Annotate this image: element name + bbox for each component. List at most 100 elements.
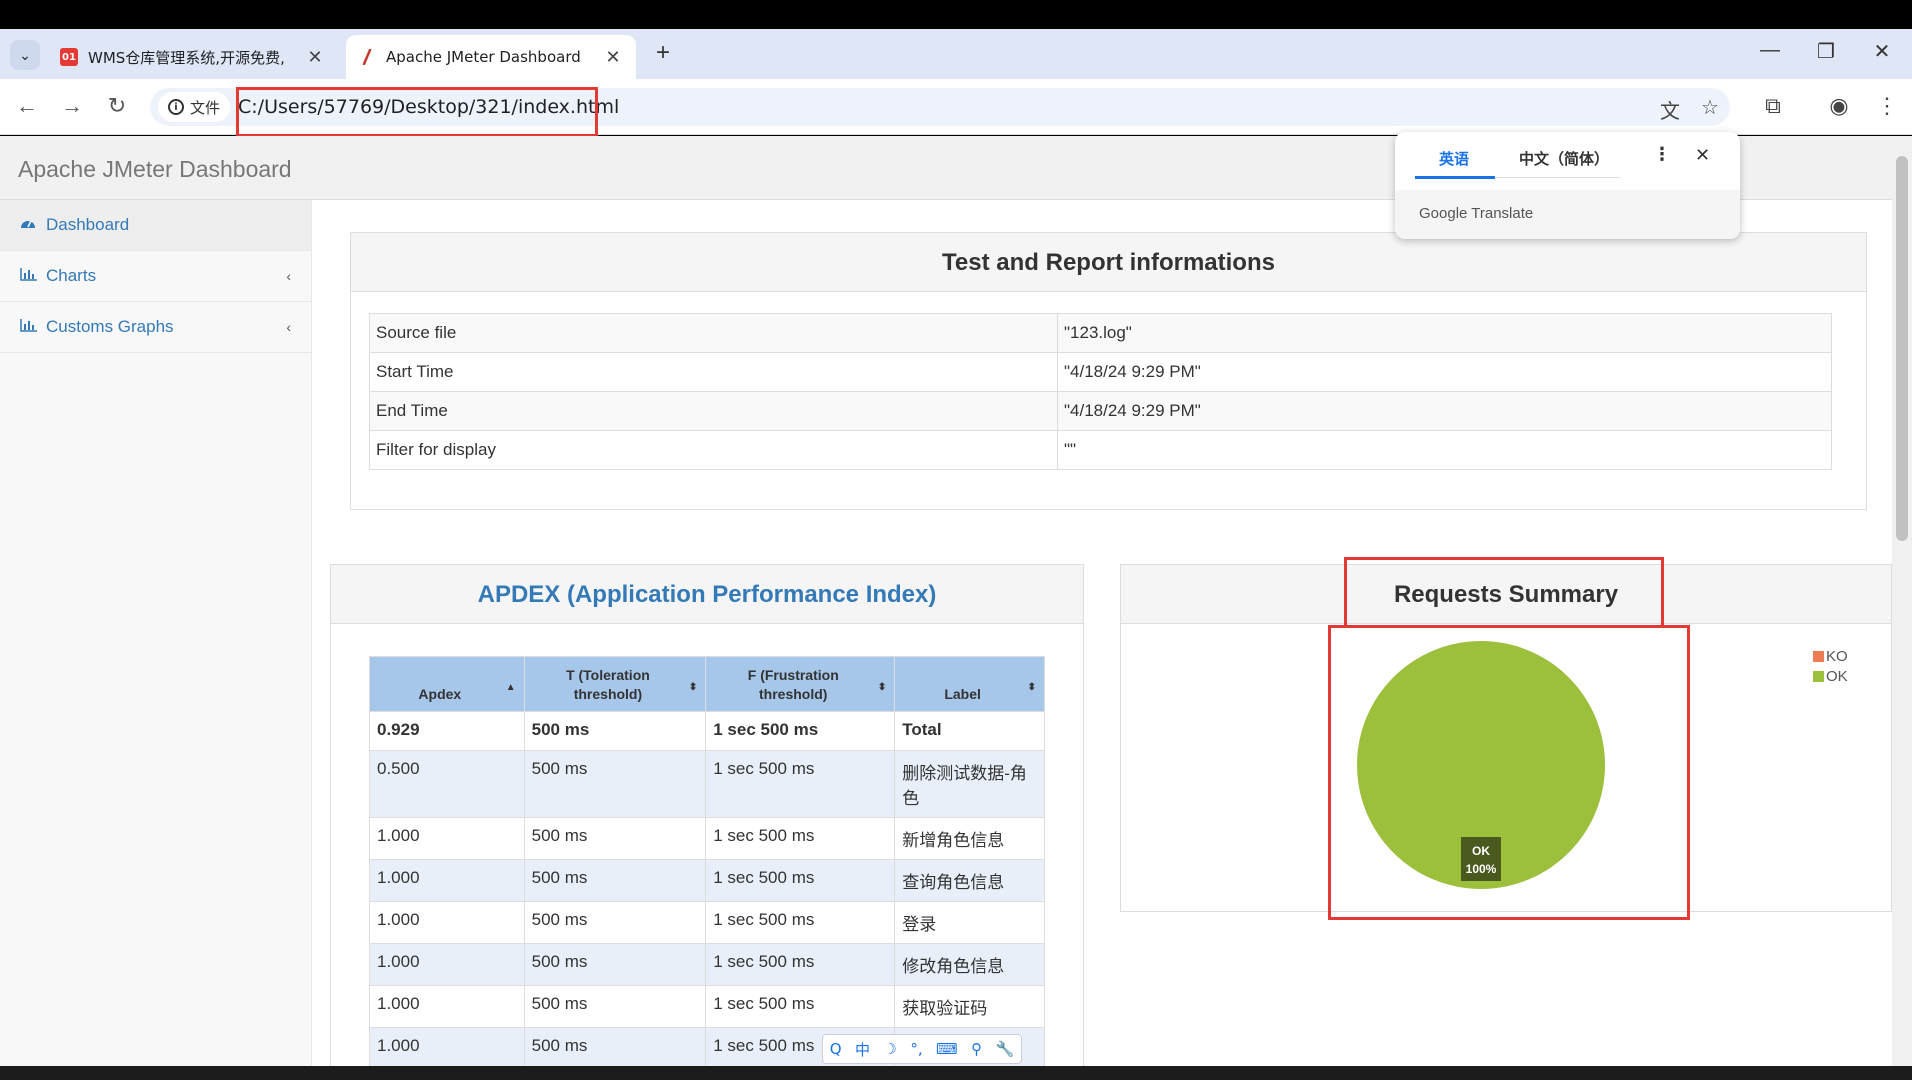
ime-button[interactable]: ☽ [883,1040,896,1058]
ime-button[interactable]: 🔧 [996,1040,1015,1058]
new-tab-button[interactable]: + [648,39,678,67]
table-row: 0.929 500 ms 1 sec 500 ms Total [369,711,1045,751]
table-cell: 500 ms [523,859,707,902]
legend-label: KO [1826,648,1848,665]
bookmark-icon[interactable]: ☆ [1697,95,1723,121]
tab-title: WMS仓库管理系统,开源免费, [88,48,285,67]
os-taskbar [0,1066,1912,1080]
panel-title: APDEX (Application Performance Index) [331,565,1083,624]
column-header[interactable]: T (Toleration threshold) ⬍ [523,656,707,712]
extensions-icon[interactable]: ⧉ [1758,93,1788,119]
translate-source-tab[interactable]: 英语 [1439,148,1469,169]
app-brand[interactable]: Apache JMeter Dashboard [18,156,292,183]
table-cell: 修改角色信息 [894,943,1045,986]
jmeter-favicon-icon [358,48,376,66]
sidebar-item-customs-graphs[interactable]: Customs Graphs ‹ [0,302,311,353]
back-button[interactable]: ← [12,93,42,119]
table-cell: Total [894,711,1045,751]
table-cell: 1 sec 500 ms [705,711,896,751]
ime-button[interactable]: Q [830,1040,842,1058]
sidebar-item-dashboard[interactable]: Dashboard [0,200,311,251]
ime-button[interactable]: ⌨ [936,1040,958,1058]
translate-icon[interactable]: 文 [1657,95,1683,123]
legend-swatch [1813,651,1824,662]
table-cell: 1.000 [369,817,525,860]
table-cell: 删除测试数据-角色 [894,750,1045,818]
ime-button[interactable]: °, [910,1040,922,1058]
tab-strip: ⌄ 01 WMS仓库管理系统,开源免费, ✕ Apache JMeter Das… [0,29,1912,79]
translate-close-icon[interactable]: ✕ [1695,145,1710,166]
info-value: "4/18/24 9:29 PM" [1057,391,1832,431]
column-header-label: Label [944,686,981,703]
wms-favicon-icon: 01 [60,48,78,66]
url-highlight-box [236,87,598,137]
close-window-button[interactable]: ✕ [1862,39,1902,64]
site-info-button[interactable]: i 文件 [158,92,231,122]
restore-button[interactable]: ❐ [1806,39,1846,64]
ime-button[interactable]: 中 [855,1039,870,1060]
table-row: 1.000 500 ms 1 sec 500 ms 登录 [369,901,1045,944]
table-cell: 1 sec 500 ms [705,943,896,986]
column-header[interactable]: Apdex ▲ [369,656,525,712]
table-cell: 1 sec 500 ms [705,901,896,944]
translate-target-tab[interactable]: 中文（简体） [1519,148,1609,169]
table-cell: 1.000 [369,1027,525,1066]
table-cell: 1.000 [369,901,525,944]
table-cell: 1 sec 500 ms [705,817,896,860]
info-row: End Time "4/18/24 9:29 PM" [369,391,1832,431]
table-cell: 1 sec 500 ms [705,985,896,1028]
browser-tab-wms[interactable]: 01 WMS仓库管理系统,开源免费, ✕ [48,35,338,79]
info-row: Start Time "4/18/24 9:29 PM" [369,352,1832,392]
tab-search-button[interactable]: ⌄ [10,40,40,70]
tab-title: Apache JMeter Dashboard [386,48,581,66]
profile-icon[interactable]: ◉ [1824,93,1854,119]
table-cell: 0.500 [369,750,525,818]
apdex-panel: APDEX (Application Performance Index) Ap… [330,564,1084,1066]
sidebar-item-label: Dashboard [46,215,130,234]
forward-button[interactable]: → [57,93,87,119]
scrollbar-thumb[interactable] [1896,156,1908,541]
sort-asc-icon: ▲ [505,682,516,693]
column-header[interactable]: F (Frustration threshold) ⬍ [705,656,896,712]
legend-item-ko[interactable]: KO [1813,648,1848,665]
table-cell: 500 ms [523,1027,707,1066]
table-cell: 1.000 [369,985,525,1028]
table-cell: 新增角色信息 [894,817,1045,860]
tab-close-icon[interactable]: ✕ [304,47,326,68]
page-scrollbar[interactable] [1892,136,1912,1066]
panel-title: Test and Report informations [351,233,1866,292]
sidebar-item-label: Customs Graphs [46,317,174,336]
site-info-label: 文件 [190,98,221,117]
info-row: Filter for display "" [369,430,1832,470]
info-key: Filter for display [369,430,1058,470]
reload-button[interactable]: ↻ [102,93,132,119]
chevron-left-icon: ‹ [286,319,291,335]
apdex-table: Apdex ▲ T (Toleration threshold) ⬍ F (Frustr… [369,656,1045,1066]
translate-popup: 英语 中文（简体） ⋮ ✕ Google Translate [1395,132,1740,239]
table-cell: 500 ms [523,750,707,818]
table-row: 1.000 500 ms 1 sec 500 ms 获取验证码 [369,985,1045,1028]
column-header-label: F (Frustration threshold) [747,666,839,703]
sidebar-item-charts[interactable]: Charts ‹ [0,251,311,302]
column-header[interactable]: Label ⬍ [894,656,1045,712]
info-icon: i [168,99,184,115]
browser-menu-icon[interactable]: ⋮ [1872,93,1902,119]
table-row: 1.000 500 ms 1 sec 500 ms 新增角色信息 [369,817,1045,860]
translate-more-icon[interactable]: ⋮ [1653,144,1671,165]
ime-toolbar: Q 中 ☽ °, ⌨ ⚲ 🔧 [822,1034,1022,1064]
tab-close-icon[interactable]: ✕ [602,47,624,68]
minimize-button[interactable]: — [1750,39,1790,62]
ime-button[interactable]: ⚲ [971,1040,982,1058]
tab-underline [1415,176,1495,179]
bar-chart-icon [20,267,40,285]
sort-icon: ⬍ [1027,682,1036,693]
table-cell: 登录 [894,901,1045,944]
table-row: 1.000 500 ms 1 sec 500 ms 查询角色信息 [369,859,1045,902]
browser-tab-jmeter[interactable]: Apache JMeter Dashboard ✕ [346,35,636,79]
table-cell: 500 ms [523,901,707,944]
table-cell: 500 ms [523,943,707,986]
legend-item-ok[interactable]: OK [1813,668,1848,685]
os-top-bar [0,0,1912,29]
table-cell: 1.000 [369,943,525,986]
table-row: 1.000 500 ms 1 sec 500 ms 修改角色信息 [369,943,1045,986]
